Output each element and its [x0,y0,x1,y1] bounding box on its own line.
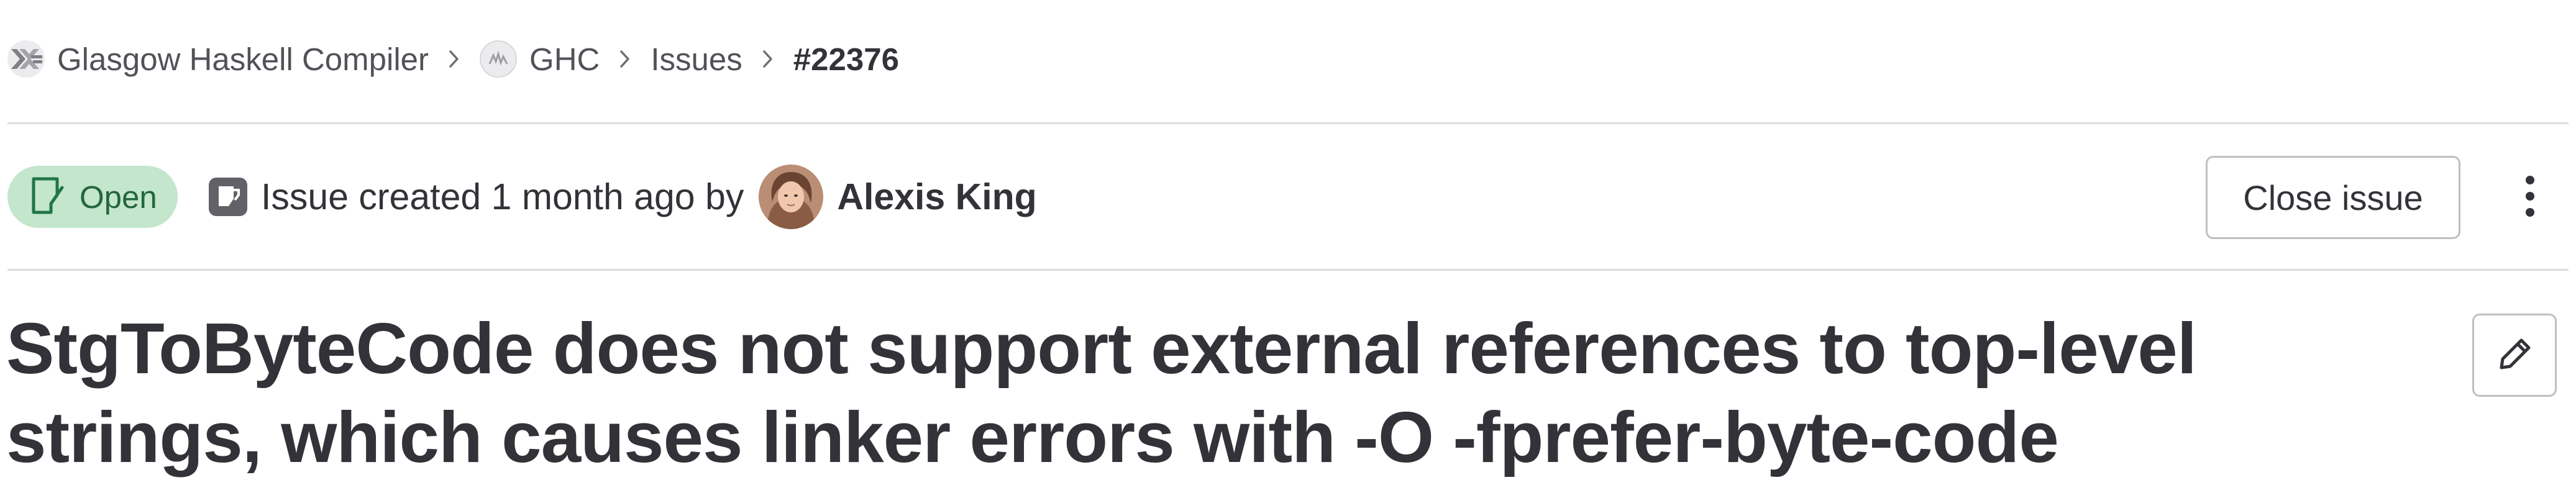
issue-page: Glasgow Haskell Compiler GHC Issues #223… [0,0,2576,498]
breadcrumb-label: Glasgow Haskell Compiler [57,41,429,77]
created-time[interactable]: 1 month ago [491,176,695,218]
issue-open-icon [30,176,66,218]
author-name[interactable]: Alexis King [837,176,1036,218]
issue-meta-row: Open Issue created 1 month ago by Alexis… [7,156,2569,239]
avatar[interactable] [759,165,824,229]
issue-type-icon [208,176,249,217]
meta-by: by [705,176,744,217]
breadcrumb-item-group[interactable]: Glasgow Haskell Compiler [7,40,429,78]
breadcrumb-item-project[interactable]: GHC [480,40,600,78]
chevron-right-icon [444,48,465,70]
page-title: StgToByteCode does not support external … [6,308,2197,478]
breadcrumb-item-issues[interactable]: Issues [651,41,742,78]
project-avatar-icon [480,40,518,78]
status-label: Open [80,179,157,215]
meta-prefix: Issue created [261,176,482,217]
status-badge: Open [7,166,178,228]
pencil-icon [2494,334,2535,377]
more-actions-button[interactable] [2500,168,2560,227]
issue-created-meta: Issue created 1 month ago by Alexis King [261,161,1037,232]
group-avatar-icon [7,40,45,78]
meta-space [481,176,491,218]
meta-divider [7,269,2569,271]
breadcrumb: Glasgow Haskell Compiler GHC Issues #223… [7,34,899,84]
breadcrumb-current[interactable]: #22376 [793,41,899,78]
header-divider [7,122,2569,124]
breadcrumb-label: GHC [529,41,600,77]
meta-space [695,176,705,218]
edit-title-button[interactable] [2472,314,2557,397]
chevron-right-icon [757,48,779,70]
breadcrumb-label: Issues [651,41,742,77]
chevron-right-icon [614,48,636,70]
ellipsis-v-icon [2524,174,2536,222]
close-issue-button[interactable]: Close issue [2206,156,2460,239]
